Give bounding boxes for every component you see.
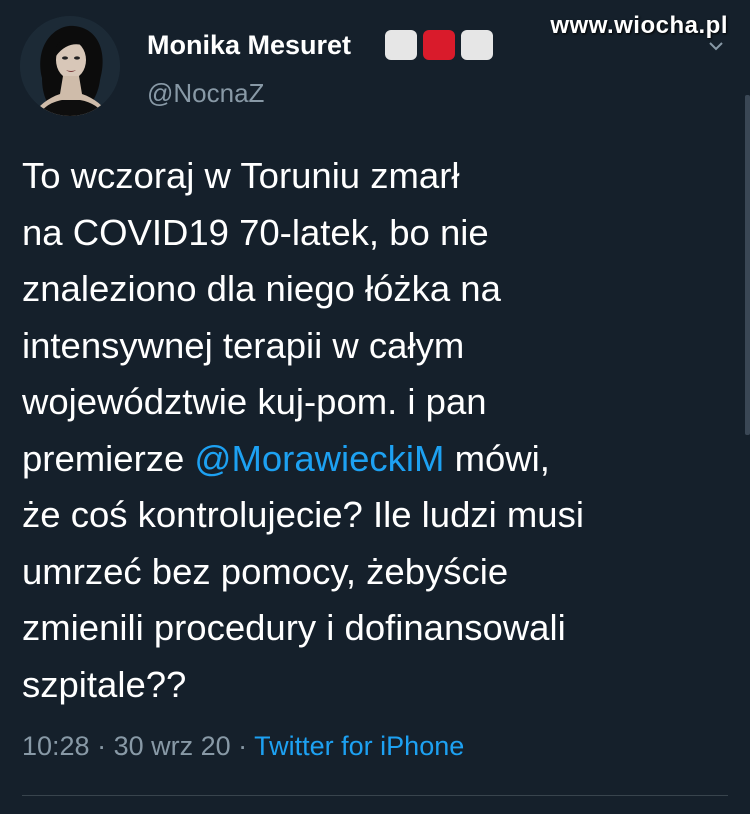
tweet-meta: 10:28 · 30 wrz 20 · Twitter for iPhone	[22, 731, 464, 762]
author-name[interactable]: Monika Mesuret	[147, 30, 351, 61]
tweet-line: że coś kontrolujecie? Ile ludzi musi	[22, 494, 584, 535]
tweet-date[interactable]: 30 wrz 20	[114, 731, 231, 761]
watermark: www.wiocha.pl	[550, 12, 728, 39]
tweet-line: zmienili procedury i dofinansowali	[22, 607, 566, 648]
tweet-line: znaleziono dla niego łóżka na	[22, 268, 501, 309]
avatar-image	[20, 16, 120, 116]
tweet-line: intensywnej terapii w całym	[22, 324, 465, 366]
flag-stripe-white-right	[461, 30, 493, 60]
scrollbar[interactable]	[745, 95, 750, 435]
divider	[22, 795, 728, 796]
meta-separator: ·	[89, 731, 114, 761]
tweet-line: szpitale??	[22, 663, 187, 705]
chevron-down-icon[interactable]	[708, 38, 724, 54]
tweet-text-fragment: mówi,	[444, 437, 550, 479]
meta-separator: ·	[230, 731, 255, 761]
tweet-line: premierze @MorawieckiM mówi,	[22, 431, 732, 488]
tweet-line: województwie kuj-pom. i pan	[22, 381, 487, 422]
tweet-line: na COVID19 70-latek, bo nie	[22, 211, 489, 253]
tweet-line: To wczoraj w Toruniu zmarł	[22, 155, 460, 196]
tweet-time[interactable]: 10:28	[22, 731, 90, 761]
tweet-text-fragment: premierze	[22, 437, 195, 479]
flag-stripe-red	[423, 30, 455, 60]
flag-emoji	[385, 30, 493, 60]
flag-stripe-white-left	[385, 30, 417, 60]
tweet-text: To wczoraj w Toruniu zmarł na COVID19 70…	[22, 148, 732, 713]
tweet-line: umrzeć bez pomocy, żebyście	[22, 550, 509, 592]
tweet-source-link[interactable]: Twitter for iPhone	[254, 731, 464, 761]
avatar[interactable]	[20, 16, 120, 116]
author-handle[interactable]: @NocnaZ	[147, 78, 264, 109]
mention-link[interactable]: @MorawieckiM	[194, 438, 444, 479]
